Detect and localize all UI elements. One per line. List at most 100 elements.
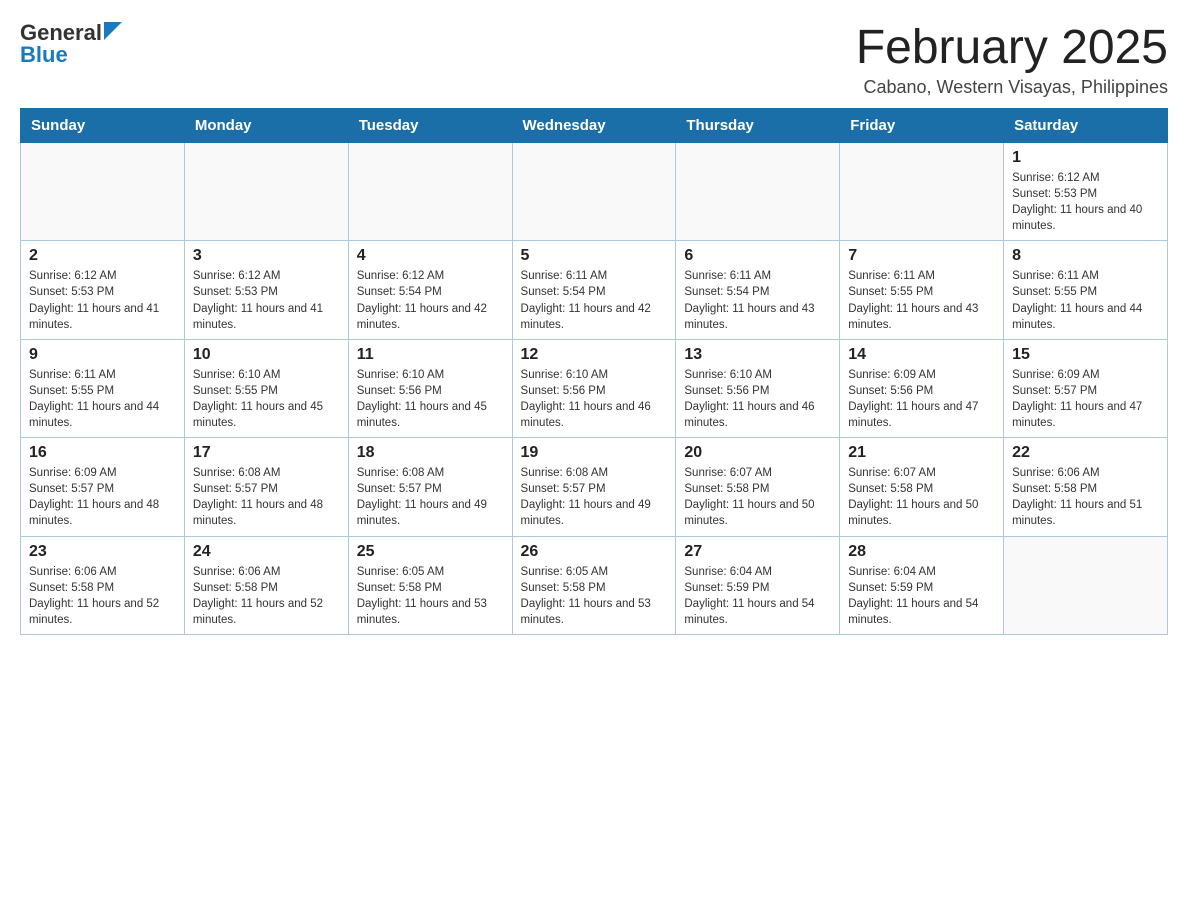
logo-arrow-icon [104,22,122,40]
day-number: 22 [1012,444,1159,462]
calendar-cell [348,143,512,241]
weekday-header: Sunday [21,109,185,143]
calendar-body: 1 Sunrise: 6:12 AMSunset: 5:53 PMDaylight… [21,143,1168,635]
day-number: 4 [357,247,504,265]
day-number: 25 [357,543,504,561]
day-info: Sunrise: 6:08 AMSunset: 5:57 PMDaylight:… [193,465,340,529]
calendar-cell: 6 Sunrise: 6:11 AMSunset: 5:54 PMDaylight… [676,241,840,339]
day-info: Sunrise: 6:10 AMSunset: 5:56 PMDaylight:… [521,367,668,431]
month-title: February 2025 [856,20,1168,75]
calendar-cell: 8Sunrise: 6:11 AMSunset: 5:55 PMDaylight… [1004,241,1168,339]
calendar-cell: 10 Sunrise: 6:10 AMSunset: 5:55 PMDayligh… [184,339,348,437]
day-info: Sunrise: 6:11 AMSunset: 5:54 PMDaylight:… [521,268,668,332]
day-number: 23 [29,543,176,561]
logo-blue-text: Blue [20,42,122,68]
day-info: Sunrise: 6:11 AMSunset: 5:54 PMDaylight:… [684,268,831,332]
day-info: Sunrise: 6:06 AMSunset: 5:58 PMDaylight:… [193,564,340,628]
day-number: 20 [684,444,831,462]
day-number: 7 [848,247,995,265]
calendar-cell [512,143,676,241]
calendar-week-row: 2 Sunrise: 6:12 AMSunset: 5:53 PMDaylight… [21,241,1168,339]
weekday-header: Monday [184,109,348,143]
calendar-cell: 17 Sunrise: 6:08 AMSunset: 5:57 PMDayligh… [184,438,348,536]
day-info: Sunrise: 6:08 AMSunset: 5:57 PMDaylight:… [521,465,668,529]
day-info: Sunrise: 6:05 AMSunset: 5:58 PMDaylight:… [521,564,668,628]
day-info: Sunrise: 6:10 AMSunset: 5:55 PMDaylight:… [193,367,340,431]
calendar-cell: 11Sunrise: 6:10 AMSunset: 5:56 PMDayligh… [348,339,512,437]
day-info: Sunrise: 6:07 AMSunset: 5:58 PMDaylight:… [848,465,995,529]
weekday-header: Saturday [1004,109,1168,143]
calendar-cell: 14 Sunrise: 6:09 AMSunset: 5:56 PMDayligh… [840,339,1004,437]
calendar-cell: 24 Sunrise: 6:06 AMSunset: 5:58 PMDayligh… [184,536,348,634]
day-number: 8 [1012,247,1159,265]
day-info: Sunrise: 6:10 AMSunset: 5:56 PMDaylight:… [684,367,831,431]
day-number: 17 [193,444,340,462]
day-info: Sunrise: 6:11 AMSunset: 5:55 PMDaylight:… [29,367,176,431]
calendar-cell: 25 Sunrise: 6:05 AMSunset: 5:58 PMDayligh… [348,536,512,634]
day-number: 13 [684,346,831,364]
day-number: 1 [1012,149,1159,167]
calendar-week-row: 23 Sunrise: 6:06 AMSunset: 5:58 PMDayligh… [21,536,1168,634]
day-number: 27 [684,543,831,561]
day-info: Sunrise: 6:11 AMSunset: 5:55 PMDaylight:… [848,268,995,332]
calendar-cell: 7 Sunrise: 6:11 AMSunset: 5:55 PMDaylight… [840,241,1004,339]
weekday-row: SundayMondayTuesdayWednesdayThursdayFrid… [21,109,1168,143]
calendar-cell: 19 Sunrise: 6:08 AMSunset: 5:57 PMDayligh… [512,438,676,536]
day-number: 12 [521,346,668,364]
calendar-cell: 12 Sunrise: 6:10 AMSunset: 5:56 PMDayligh… [512,339,676,437]
calendar-cell: 5 Sunrise: 6:11 AMSunset: 5:54 PMDaylight… [512,241,676,339]
day-info: Sunrise: 6:05 AMSunset: 5:58 PMDaylight:… [357,564,504,628]
calendar-cell: 9 Sunrise: 6:11 AMSunset: 5:55 PMDaylight… [21,339,185,437]
calendar-cell [21,143,185,241]
day-number: 19 [521,444,668,462]
day-number: 10 [193,346,340,364]
day-number: 26 [521,543,668,561]
day-number: 9 [29,346,176,364]
day-info: Sunrise: 6:06 AMSunset: 5:58 PMDaylight:… [29,564,176,628]
calendar-cell [1004,536,1168,634]
calendar-cell: 21Sunrise: 6:07 AMSunset: 5:58 PMDayligh… [840,438,1004,536]
weekday-header: Friday [840,109,1004,143]
day-info: Sunrise: 6:06 AMSunset: 5:58 PMDaylight:… [1012,465,1159,529]
day-number: 28 [848,543,995,561]
day-info: Sunrise: 6:07 AMSunset: 5:58 PMDaylight:… [684,465,831,529]
day-number: 5 [521,247,668,265]
calendar-cell: 16Sunrise: 6:09 AMSunset: 5:57 PMDayligh… [21,438,185,536]
calendar-cell [184,143,348,241]
day-info: Sunrise: 6:12 AMSunset: 5:54 PMDaylight:… [357,268,504,332]
calendar-cell: 22 Sunrise: 6:06 AMSunset: 5:58 PMDayligh… [1004,438,1168,536]
calendar-week-row: 9 Sunrise: 6:11 AMSunset: 5:55 PMDaylight… [21,339,1168,437]
calendar-cell: 23 Sunrise: 6:06 AMSunset: 5:58 PMDayligh… [21,536,185,634]
weekday-header: Wednesday [512,109,676,143]
calendar-cell: 20 Sunrise: 6:07 AMSunset: 5:58 PMDayligh… [676,438,840,536]
day-info: Sunrise: 6:04 AMSunset: 5:59 PMDaylight:… [684,564,831,628]
day-info: Sunrise: 6:09 AMSunset: 5:57 PMDaylight:… [29,465,176,529]
page-header: General Blue February 2025 Cabano, Weste… [20,20,1168,98]
calendar-cell: 26 Sunrise: 6:05 AMSunset: 5:58 PMDayligh… [512,536,676,634]
day-info: Sunrise: 6:04 AMSunset: 5:59 PMDaylight:… [848,564,995,628]
day-number: 2 [29,247,176,265]
weekday-header: Tuesday [348,109,512,143]
day-number: 6 [684,247,831,265]
day-info: Sunrise: 6:09 AMSunset: 5:57 PMDaylight:… [1012,367,1159,431]
calendar-week-row: 16Sunrise: 6:09 AMSunset: 5:57 PMDayligh… [21,438,1168,536]
calendar-cell [840,143,1004,241]
calendar-cell: 28 Sunrise: 6:04 AMSunset: 5:59 PMDayligh… [840,536,1004,634]
day-info: Sunrise: 6:12 AMSunset: 5:53 PMDaylight:… [1012,170,1159,234]
calendar-week-row: 1 Sunrise: 6:12 AMSunset: 5:53 PMDaylight… [21,143,1168,241]
calendar-cell: 13 Sunrise: 6:10 AMSunset: 5:56 PMDayligh… [676,339,840,437]
title-block: February 2025 Cabano, Western Visayas, P… [856,20,1168,98]
day-number: 15 [1012,346,1159,364]
day-info: Sunrise: 6:09 AMSunset: 5:56 PMDaylight:… [848,367,995,431]
calendar-cell: 3Sunrise: 6:12 AMSunset: 5:53 PMDaylight… [184,241,348,339]
calendar-cell: 1 Sunrise: 6:12 AMSunset: 5:53 PMDaylight… [1004,143,1168,241]
day-number: 18 [357,444,504,462]
day-info: Sunrise: 6:12 AMSunset: 5:53 PMDaylight:… [29,268,176,332]
calendar-cell: 18Sunrise: 6:08 AMSunset: 5:57 PMDayligh… [348,438,512,536]
weekday-header: Thursday [676,109,840,143]
calendar-cell: 27 Sunrise: 6:04 AMSunset: 5:59 PMDayligh… [676,536,840,634]
day-info: Sunrise: 6:10 AMSunset: 5:56 PMDaylight:… [357,367,504,431]
calendar-cell: 2 Sunrise: 6:12 AMSunset: 5:53 PMDaylight… [21,241,185,339]
day-number: 24 [193,543,340,561]
day-number: 14 [848,346,995,364]
